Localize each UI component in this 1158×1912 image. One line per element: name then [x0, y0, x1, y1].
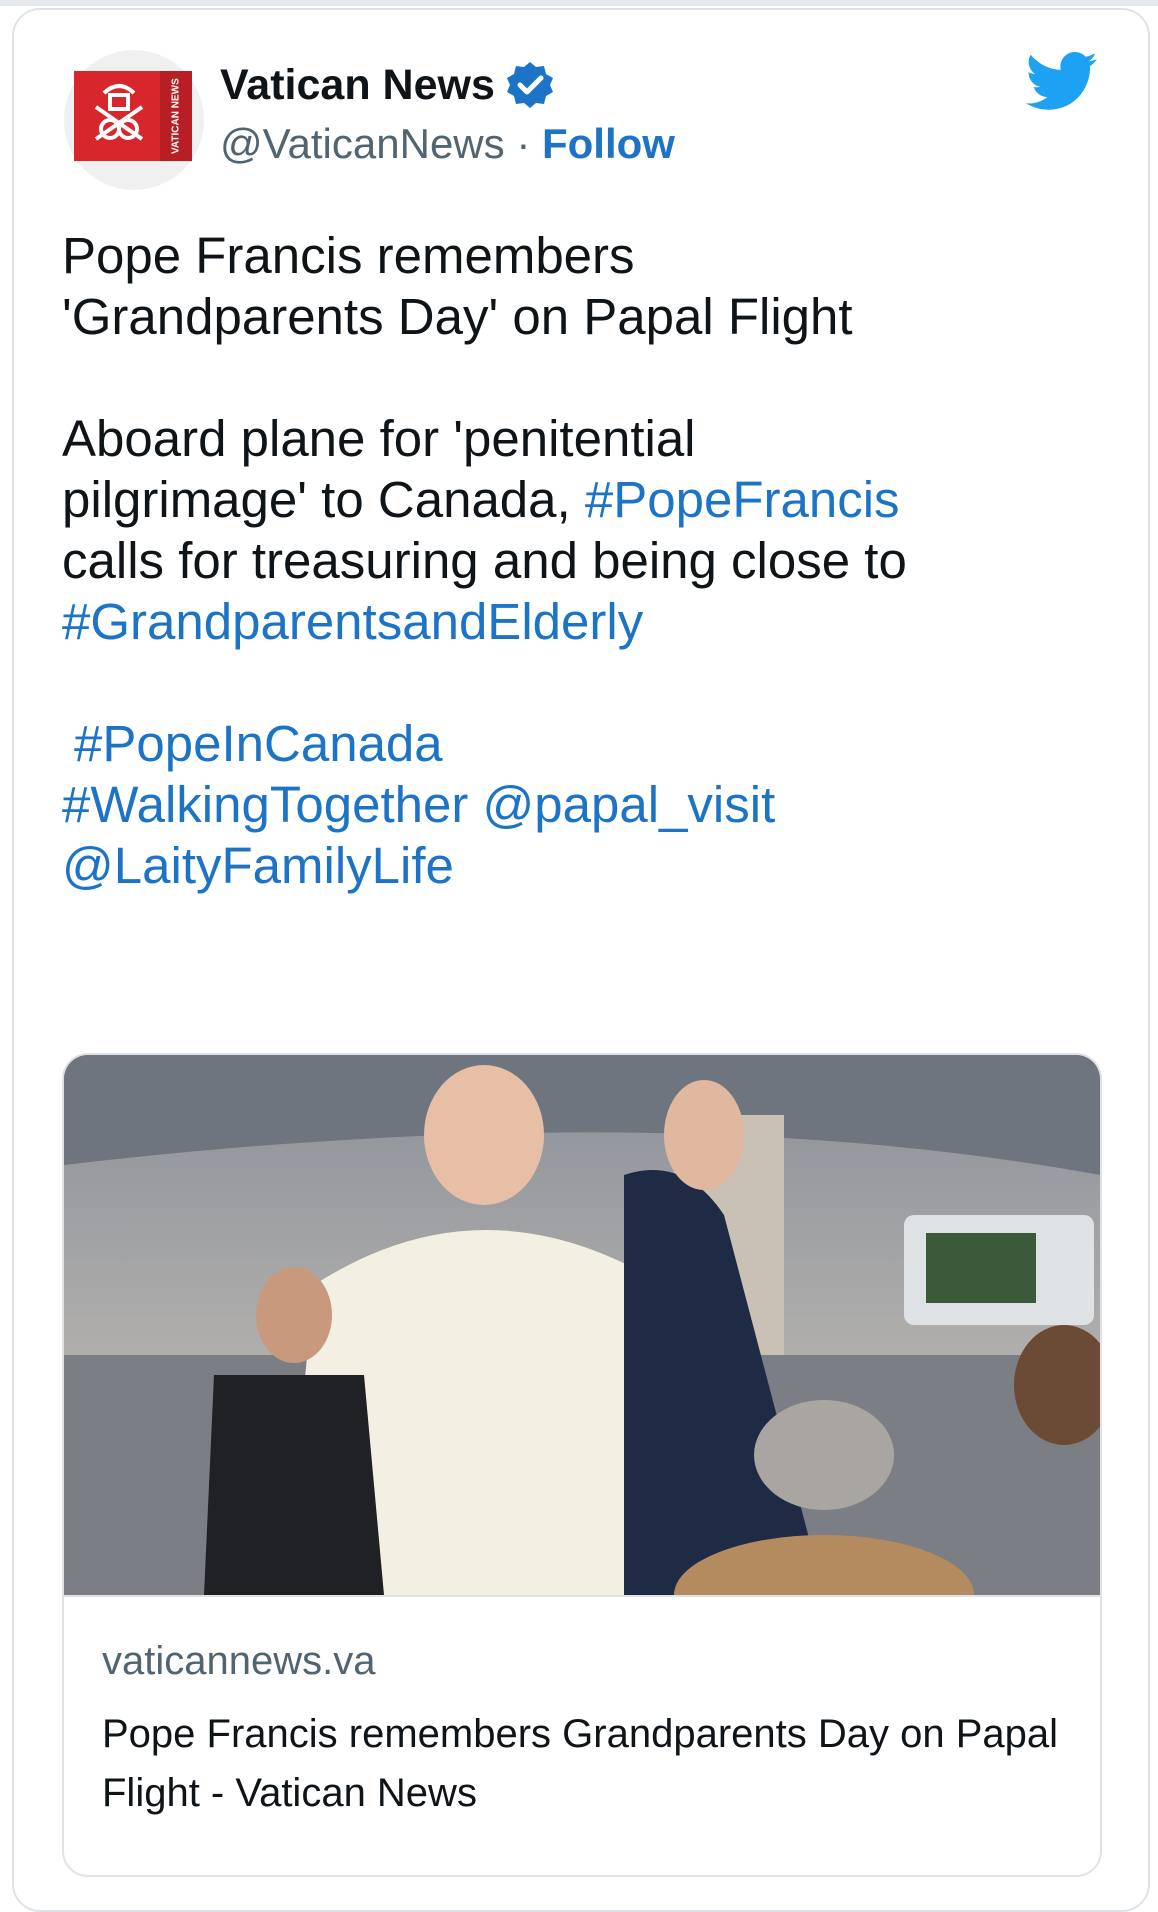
vatican-news-logo: VATICAN NEWS	[74, 71, 192, 161]
separator: ·	[516, 120, 531, 167]
hashtag-grandparentsandelderly[interactable]: #GrandparentsandElderly	[62, 593, 643, 650]
hashtag-popefrancis[interactable]: #PopeFrancis	[585, 471, 900, 528]
link-domain: vaticannews.va	[102, 1639, 376, 1683]
tweet-line: 'Grandparents Day' on Papal Flight	[62, 288, 853, 345]
preview-photo[interactable]	[64, 1055, 1100, 1595]
tweet-text: Pope Francis remembers 'Grandparents Day…	[62, 225, 1122, 896]
twitter-bird-icon[interactable]	[1026, 52, 1098, 112]
tweet-text-segment: pilgrimage' to Canada,	[62, 471, 571, 528]
hashtag-popeincanada[interactable]: #PopeInCanada	[74, 715, 443, 772]
link-title: Pope Francis remembers Grandparents Day …	[102, 1712, 1059, 1815]
mention-laityfamilylife[interactable]: @LaityFamilyLife	[62, 837, 454, 894]
display-name[interactable]: Vatican News	[220, 61, 495, 110]
tweet-line: calls for treasuring and being close to	[62, 532, 907, 589]
top-divider	[0, 0, 1158, 6]
link-preview-card[interactable]: vaticannews.va Pope Francis remembers Gr…	[62, 1053, 1102, 1877]
verified-badge-icon	[506, 62, 553, 108]
hashtag-walkingtogether[interactable]: #WalkingTogether	[62, 776, 468, 833]
logo-text: VATICAN NEWS	[170, 78, 182, 154]
tweet-line: Pope Francis remembers	[62, 227, 635, 284]
tweet-line: pilgrimage' to Canada, #PopeFrancis	[62, 469, 1122, 530]
handle-row: @VaticanNews · Follow	[220, 120, 675, 168]
follow-button[interactable]: Follow	[542, 120, 675, 167]
account-name-row: Vatican News	[220, 60, 555, 110]
tweet-line: Aboard plane for 'penitential	[62, 410, 696, 467]
mention-papal-visit[interactable]: @papal_visit	[483, 776, 776, 833]
link-meta[interactable]: vaticannews.va Pope Francis remembers Gr…	[64, 1595, 1100, 1875]
handle[interactable]: @VaticanNews	[220, 120, 505, 167]
